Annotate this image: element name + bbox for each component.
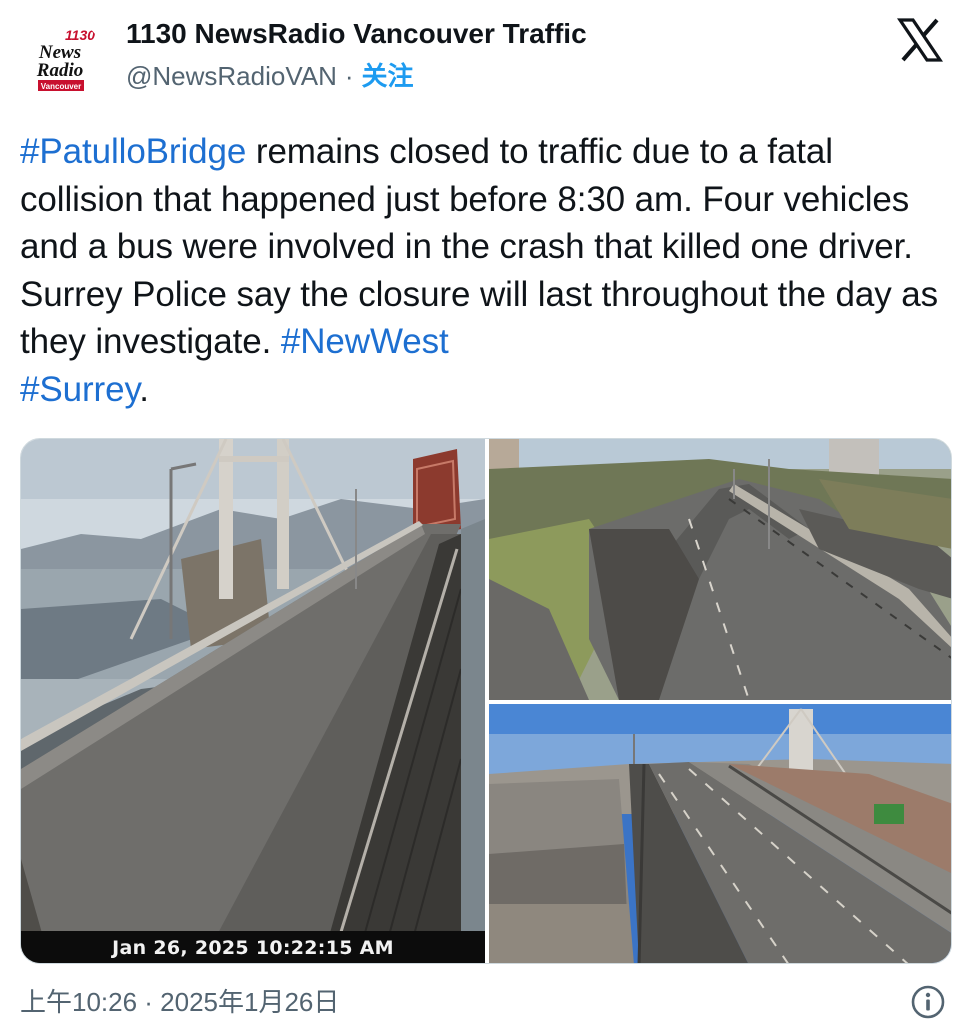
media-grid: Jan 26, 2025 10:22:15 AM	[20, 438, 952, 964]
tweet-timestamp[interactable]: 上午10:26 · 2025年1月26日	[20, 982, 339, 1022]
follow-button[interactable]: 关注	[362, 61, 414, 91]
tweet-footer: 上午10:26 · 2025年1月26日	[20, 982, 950, 1022]
tweet-header: 1130 News Radio Vancouver 1130 NewsRadio…	[20, 14, 950, 102]
bridge-scene-bottom-right	[489, 704, 951, 963]
logo-line1: 1130	[65, 27, 95, 43]
hashtag-newwest[interactable]: #NewWest	[281, 322, 449, 361]
bridge-camera-photo-bottom-right[interactable]	[489, 704, 951, 963]
author-meta: @NewsRadioVAN · 关注	[126, 56, 587, 96]
hashtag-surrey[interactable]: #Surrey	[20, 370, 139, 409]
bridge-scene-top-right	[489, 439, 951, 700]
info-icon[interactable]	[910, 984, 946, 1020]
hashtag-patullobridge[interactable]: #PatulloBridge	[20, 132, 246, 171]
bridge-camera-photo-left[interactable]: Jan 26, 2025 10:22:15 AM	[21, 439, 485, 963]
logo-line4: Vancouver	[41, 82, 81, 91]
newsradio-logo: 1130 News Radio Vancouver	[20, 18, 104, 102]
author-block: 1130 NewsRadio Vancouver Traffic @NewsRa…	[126, 14, 587, 96]
x-logo-icon[interactable]	[896, 16, 944, 64]
logo-line3: Radio	[36, 60, 83, 81]
avatar[interactable]: 1130 News Radio Vancouver	[20, 18, 104, 102]
camera-timestamp: Jan 26, 2025 10:22:15 AM	[21, 931, 485, 963]
tweet-text: #PatulloBridge remains closed to traffic…	[20, 128, 950, 413]
author-display-name[interactable]: 1130 NewsRadio Vancouver Traffic	[126, 14, 587, 54]
bridge-camera-photo-top-right[interactable]	[489, 439, 951, 700]
bridge-scene-left	[21, 439, 485, 963]
meta-separator: ·	[344, 61, 354, 91]
tweet-ending: .	[139, 369, 149, 409]
author-handle[interactable]: @NewsRadioVAN	[126, 61, 337, 91]
